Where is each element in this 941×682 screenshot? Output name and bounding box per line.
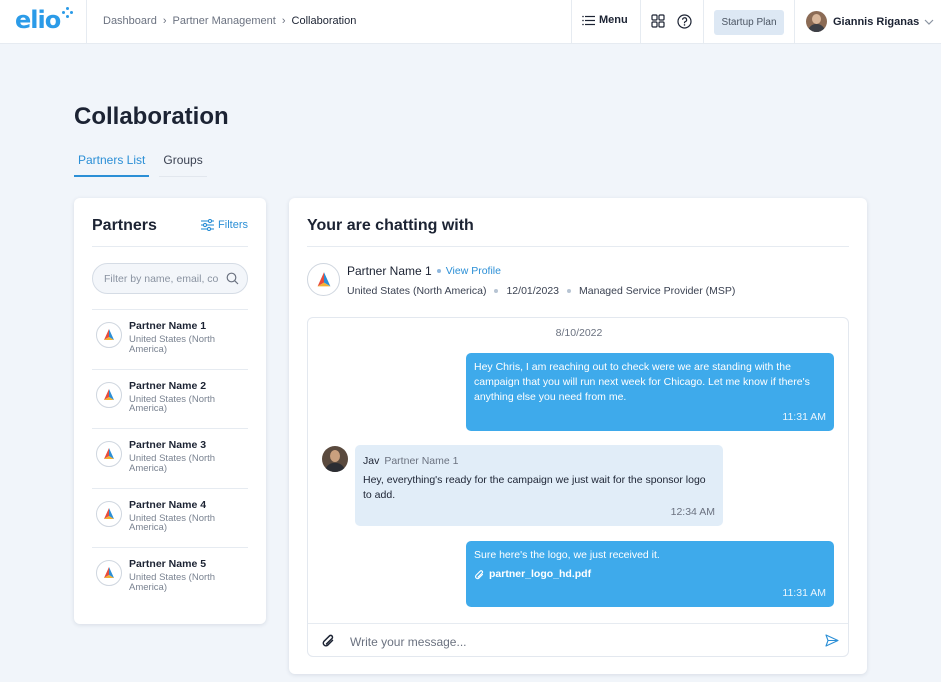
menu-button[interactable]: Menu (582, 14, 628, 26)
top-bar: elio Dashboard › Partner Management › Co… (0, 0, 941, 44)
header-divider (703, 0, 704, 44)
separator-dot (494, 289, 499, 293)
chevron-down-icon (924, 19, 934, 25)
partner-location: United States (North America) (129, 453, 216, 474)
plan-badge[interactable]: Startup Plan (714, 10, 784, 35)
sender-role: Partner Name 1 (384, 455, 459, 467)
partners-panel: Partners Filters Partner Name 1 United S… (74, 198, 266, 624)
breadcrumb-partner-management[interactable]: Partner Management (173, 15, 276, 27)
partner-logo (96, 322, 122, 348)
message-time: 11:31 AM (782, 411, 826, 423)
message-text: Sure here's the logo, we just received i… (474, 549, 660, 561)
message-sender: Jav Partner Name 1 (363, 454, 708, 469)
partner-search (92, 263, 248, 294)
partner-location: United States (North America) (129, 572, 216, 593)
partner-name: Partner Name 5 (129, 558, 207, 570)
partners-title: Partners (92, 217, 157, 234)
paperclip-icon[interactable] (321, 633, 336, 649)
partner-name: Partner Name 4 (129, 498, 207, 511)
partner-name: Partner Name 2 (129, 379, 207, 392)
filters-button[interactable]: Filters (201, 219, 248, 231)
partner-location: United States (North America) (129, 512, 216, 533)
breadcrumb-dashboard[interactable]: Dashboard (103, 15, 157, 27)
chat-partner-logo (307, 263, 340, 296)
header-divider (86, 0, 87, 44)
menu-label: Menu (599, 14, 628, 26)
chat-title: Your are chatting with (307, 217, 474, 234)
partner-list-item[interactable]: Partner Name 2 United States (North Amer… (92, 368, 248, 429)
sender-name: Jav (363, 455, 380, 467)
paperclip-icon (475, 569, 484, 579)
divider (307, 246, 849, 247)
chat-partner-date: 12/01/2023 (506, 285, 560, 297)
logo-dots-icon (62, 7, 74, 19)
sliders-icon (201, 219, 215, 231)
message-text: Hey, everything's ready for the campaign… (363, 474, 706, 501)
partner-list-item[interactable]: Partner Name 4 United States (North Amer… (92, 487, 248, 548)
message-time: 12:34 AM (670, 506, 715, 518)
header-divider (571, 0, 572, 44)
conversation: 8/10/2022 Hey Chris, I am reaching out t… (307, 317, 849, 657)
partner-name: Partner Name 1 (129, 320, 207, 332)
partner-logo (96, 560, 122, 586)
separator-dot (436, 269, 441, 273)
message-composer (308, 623, 848, 656)
chevron-right-icon: › (281, 15, 286, 27)
breadcrumb: Dashboard › Partner Management › Collabo… (103, 15, 356, 27)
apps-grid-icon[interactable] (651, 14, 666, 29)
message-incoming: Jav Partner Name 1 Hey, everything's rea… (355, 445, 723, 526)
header-divider (794, 0, 795, 44)
separator-dot (567, 289, 572, 293)
send-icon[interactable] (825, 634, 839, 647)
elio-logo[interactable]: elio (15, 6, 77, 36)
partner-logo (96, 381, 122, 408)
partner-name: Partner Name 3 (129, 439, 207, 451)
chat-partner-name: Partner Name 1 (347, 264, 432, 278)
partner-list-item[interactable]: Partner Name 3 United States (North Amer… (92, 428, 248, 488)
message-outgoing: Hey Chris, I am reaching out to check we… (466, 353, 834, 431)
partner-location: United States (North America) (129, 393, 216, 414)
divider (92, 246, 248, 247)
partner-location: United States (North America) (129, 334, 216, 355)
partner-list: Partner Name 1 United States (North Amer… (92, 309, 248, 607)
hamburger-icon (582, 15, 595, 25)
view-profile-link[interactable]: View Profile (446, 265, 501, 277)
partner-logo (96, 500, 122, 527)
help-question-icon[interactable] (677, 14, 692, 29)
breadcrumb-current: Collaboration (291, 15, 357, 27)
chat-panel: Your are chatting with Partner Name 1 Vi… (289, 198, 867, 674)
partner-logo (96, 441, 122, 467)
tab-bar: Partners List Groups (74, 150, 217, 177)
chat-partner-meta: United States (North America) 12/01/2023… (347, 285, 735, 297)
attachment-link[interactable]: partner_logo_hd.pdf (474, 567, 660, 582)
page-title: Collaboration (74, 103, 229, 130)
attachment-name: partner_logo_hd.pdf (489, 568, 592, 580)
tab-partners-list[interactable]: Partners List (74, 150, 150, 177)
chat-partner-header: Partner Name 1 View Profile (347, 264, 501, 278)
partner-list-item[interactable]: Partner Name 1 United States (North Amer… (92, 309, 248, 369)
sender-avatar (322, 446, 348, 472)
filters-label: Filters (218, 219, 248, 231)
logo-text: elio (15, 6, 61, 34)
user-name: Giannis Riganas (833, 15, 920, 28)
header-divider (640, 0, 641, 44)
message-input[interactable] (350, 633, 790, 651)
user-menu[interactable]: Giannis Riganas (806, 11, 934, 32)
message-outgoing: Sure here's the logo, we just received i… (466, 541, 834, 607)
search-icon[interactable] (226, 272, 239, 285)
message-time: 11:31 AM (782, 587, 826, 599)
partner-list-item[interactable]: Partner Name 5 United States (North Amer… (92, 547, 248, 607)
chat-partner-type: Managed Service Provider (MSP) (579, 285, 736, 297)
chat-partner-location: United States (North America) (347, 285, 487, 297)
tab-groups[interactable]: Groups (159, 150, 207, 177)
date-divider: 8/10/2022 (555, 327, 603, 339)
chevron-right-icon: › (162, 15, 167, 27)
user-avatar (806, 11, 827, 32)
partner-search-input[interactable] (104, 272, 222, 285)
message-text: Hey Chris, I am reaching out to check we… (474, 361, 810, 403)
